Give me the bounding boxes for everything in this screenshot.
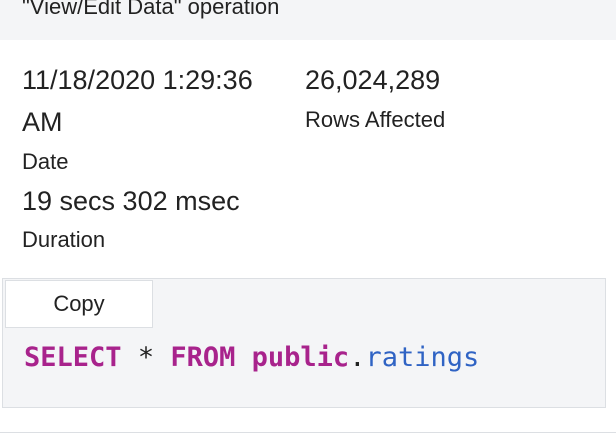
sql-star: * [137,342,155,373]
bottom-divider [0,432,616,433]
rows-affected-value: 26,024,289 [305,65,441,95]
sql-keyword-from: FROM [170,342,236,373]
date-label: Date [22,149,69,174]
operation-title: "View/Edit Data" operation [22,0,280,19]
duration-label: Duration [22,227,106,252]
sql-query-text[interactable]: SELECT * FROM public.ratings [24,341,479,375]
copy-button[interactable]: Copy [5,280,153,328]
sql-keyword-select: SELECT [24,342,122,373]
rows-affected-label: Rows Affected [305,107,446,132]
duration-value: 19 secs 302 msec [22,186,240,216]
sql-dot: . [349,342,366,373]
sql-query-panel: Copy SELECT * FROM public.ratings [2,278,606,408]
sql-table-name: ratings [365,342,480,373]
sql-schema-name: public [251,342,350,373]
date-value: 11/18/2020 1:29:36 AM [22,65,253,137]
operation-header: "View/Edit Data" operation [0,0,616,40]
